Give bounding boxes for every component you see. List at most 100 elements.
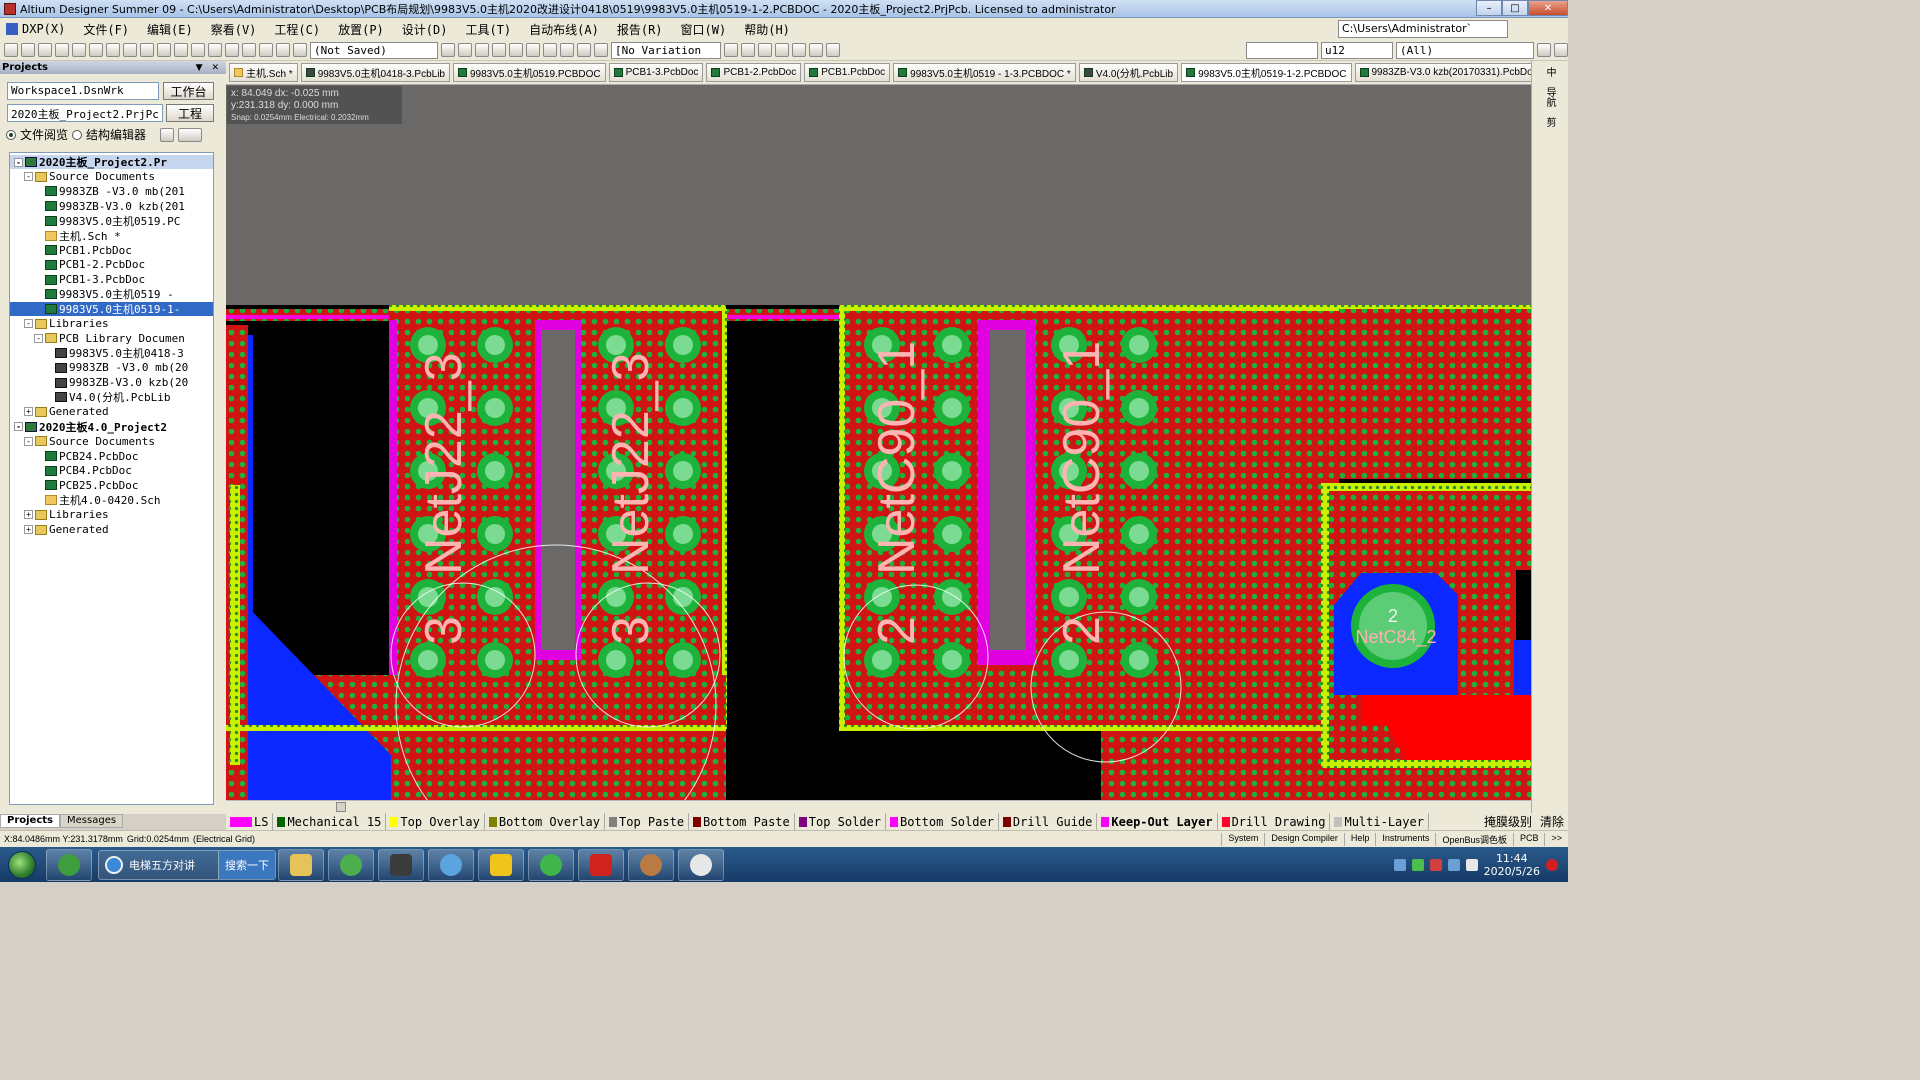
taskbar-app-explorer[interactable] (278, 848, 324, 881)
project-menu-icon[interactable] (178, 127, 203, 142)
tree-item[interactable]: PCB25.PcbDoc (10, 478, 213, 492)
new-icon[interactable] (4, 43, 18, 57)
paste-icon[interactable] (191, 43, 205, 57)
tree-item[interactable]: + Generated (10, 523, 213, 537)
select-icon[interactable] (208, 43, 222, 57)
align-icon[interactable] (758, 43, 772, 57)
dock-tab-1[interactable]: 中 (1543, 67, 1557, 77)
maximize-button[interactable]: □ (1502, 0, 1528, 16)
close-button[interactable]: ✕ (1528, 0, 1568, 16)
variant-icon[interactable] (724, 43, 738, 57)
tree-expander-icon[interactable]: - (14, 422, 23, 432)
dock-tab-3[interactable]: 剪 (1543, 117, 1557, 127)
saved-state-combo[interactable]: (Not Saved) (310, 41, 438, 59)
horizontal-scrollbar[interactable] (226, 800, 1531, 813)
menu-item-5[interactable]: 放置(P) (329, 21, 393, 38)
taskbar-app-chat[interactable] (428, 848, 474, 881)
tree-expander-icon[interactable]: - (14, 157, 23, 167)
layer-tab[interactable]: LS (226, 813, 274, 830)
tree-item[interactable]: - PCB Library Documen (10, 331, 213, 345)
polygon-icon[interactable] (560, 43, 574, 57)
layer-tab[interactable]: Multi-Layer (1330, 813, 1429, 830)
deselect-icon[interactable] (242, 43, 256, 57)
tree-item[interactable]: - Source Documents (10, 434, 213, 448)
structure-editor-radio[interactable] (72, 129, 83, 140)
tree-item[interactable]: 9983ZB -V3.0 mb(201 (10, 184, 213, 198)
tree-item[interactable]: - Libraries (10, 317, 213, 331)
route-diff-icon[interactable] (458, 43, 472, 57)
fill-icon[interactable] (543, 43, 557, 57)
taskbar-app-box[interactable] (478, 848, 524, 881)
taskbar-app-update[interactable] (328, 848, 374, 881)
tree-item[interactable]: - 2020主板4.0_Project2 (10, 420, 213, 434)
layer-tab[interactable]: Keep-Out Layer (1097, 813, 1218, 830)
document-tab[interactable]: PCB1.PcbDoc (804, 63, 891, 82)
tree-expander-icon[interactable]: + (24, 407, 33, 417)
tree-item[interactable]: 9983V5.0主机0519-1- (10, 302, 213, 316)
layer-tab[interactable]: Top Paste (605, 813, 690, 830)
clear-filter-icon[interactable] (1554, 43, 1568, 57)
taskbar-clock[interactable]: 11:44 2020/5/26 (1484, 852, 1540, 878)
tree-item[interactable]: 9983ZB-V3.0 kzb(20 (10, 376, 213, 390)
document-tab[interactable]: PCB1-3.PcbDoc (608, 63, 704, 82)
status-panel-button[interactable]: Instruments (1375, 832, 1429, 846)
tray-volume-icon[interactable] (1465, 858, 1478, 871)
status-panel-button[interactable]: >> (1544, 832, 1562, 846)
pcb-drawing[interactable]: 2 NetC84_2 NetJ22_3 3 NetJ22_3 3 NetC90_1 2 Ne… (226, 85, 1531, 800)
document-tab[interactable]: 9983V5.0主机0418-3.PcbLib (300, 63, 450, 82)
layer-tab[interactable]: Top Overlay (386, 813, 485, 830)
taskbar-app-acrobat[interactable] (578, 848, 624, 881)
tray-notification-icon[interactable] (1546, 858, 1558, 871)
menu-item-9[interactable]: 报告(R) (608, 21, 672, 38)
tree-item[interactable]: PCB1-2.PcbDoc (10, 258, 213, 272)
workspace-button[interactable]: 工作台 (163, 82, 214, 100)
zoom-area-icon[interactable] (123, 43, 137, 57)
tree-item[interactable]: + Libraries (10, 508, 213, 522)
project-button[interactable]: 工程 (166, 104, 214, 122)
arrange-icon[interactable] (792, 43, 806, 57)
tree-expander-icon[interactable]: + (24, 510, 33, 520)
route-icon[interactable] (441, 43, 455, 57)
undo-icon[interactable] (259, 43, 273, 57)
mask-level-button[interactable]: 掩膜级别 (1480, 813, 1536, 830)
menu-item-7[interactable]: 工具(T) (456, 21, 520, 38)
document-tab[interactable]: V4.0(分机.PcbLib (1078, 63, 1179, 82)
tree-item[interactable]: 9983V5.0主机0519 - (10, 287, 213, 301)
filter-combo[interactable]: (All) (1396, 41, 1534, 59)
menu-item-4[interactable]: 工程(C) (265, 21, 329, 38)
document-tab[interactable]: 9983ZB-V3.0 kzb(20170331).PcbDoc (1354, 63, 1543, 82)
document-tab[interactable]: 9983V5.0主机0519.PCBDOC (453, 63, 606, 82)
menu-item-11[interactable]: 帮助(H) (735, 21, 799, 38)
taskbar-app-wechat[interactable] (528, 848, 574, 881)
tab-projects[interactable]: Projects (0, 814, 61, 828)
project-combo[interactable]: 2020主板_Project2.PrjPc (7, 104, 163, 122)
measure-icon[interactable] (741, 43, 755, 57)
blank-combo[interactable] (1246, 41, 1318, 59)
tab-messages[interactable]: Messages (60, 814, 124, 828)
taskbar-search-button[interactable]: 搜索一下 (218, 850, 275, 879)
net-combo[interactable]: u12 (1321, 41, 1393, 59)
layer-tab[interactable]: Bottom Solder (886, 813, 999, 830)
tree-item[interactable]: 9983ZB-V3.0 kzb(201 (10, 199, 213, 213)
layer-tab[interactable]: Drill Guide (999, 813, 1098, 830)
tree-expander-icon[interactable]: - (34, 333, 43, 343)
room-icon[interactable] (809, 43, 823, 57)
apply-filter-icon[interactable] (1537, 43, 1551, 57)
tree-expander-icon[interactable]: - (24, 172, 33, 182)
tree-item[interactable]: - Source Documents (10, 170, 213, 184)
copy-icon[interactable] (174, 43, 188, 57)
pcb-canvas[interactable]: 2 NetC84_2 NetJ22_3 3 NetJ22_3 3 NetC90_1 2 Ne… (226, 85, 1531, 800)
tray-keyboard-icon[interactable] (1393, 858, 1406, 871)
tree-item[interactable]: PCB4.PcbDoc (10, 464, 213, 478)
tray-antivirus-icon[interactable] (1429, 858, 1442, 871)
tree-item[interactable]: 9983ZB -V3.0 mb(20 (10, 361, 213, 375)
tree-item[interactable]: 主机.Sch * (10, 229, 213, 243)
minimize-button[interactable]: – (1476, 0, 1502, 16)
highlight-icon[interactable] (293, 43, 307, 57)
layer-tab[interactable]: Bottom Overlay (485, 813, 606, 830)
tray-network-icon[interactable] (1447, 858, 1460, 871)
grid-icon[interactable] (826, 43, 840, 57)
menu-item-3[interactable]: 察看(V) (202, 21, 266, 38)
dock-tab-2[interactable]: 导航 (1543, 87, 1557, 107)
status-panel-button[interactable]: Help (1343, 832, 1369, 846)
